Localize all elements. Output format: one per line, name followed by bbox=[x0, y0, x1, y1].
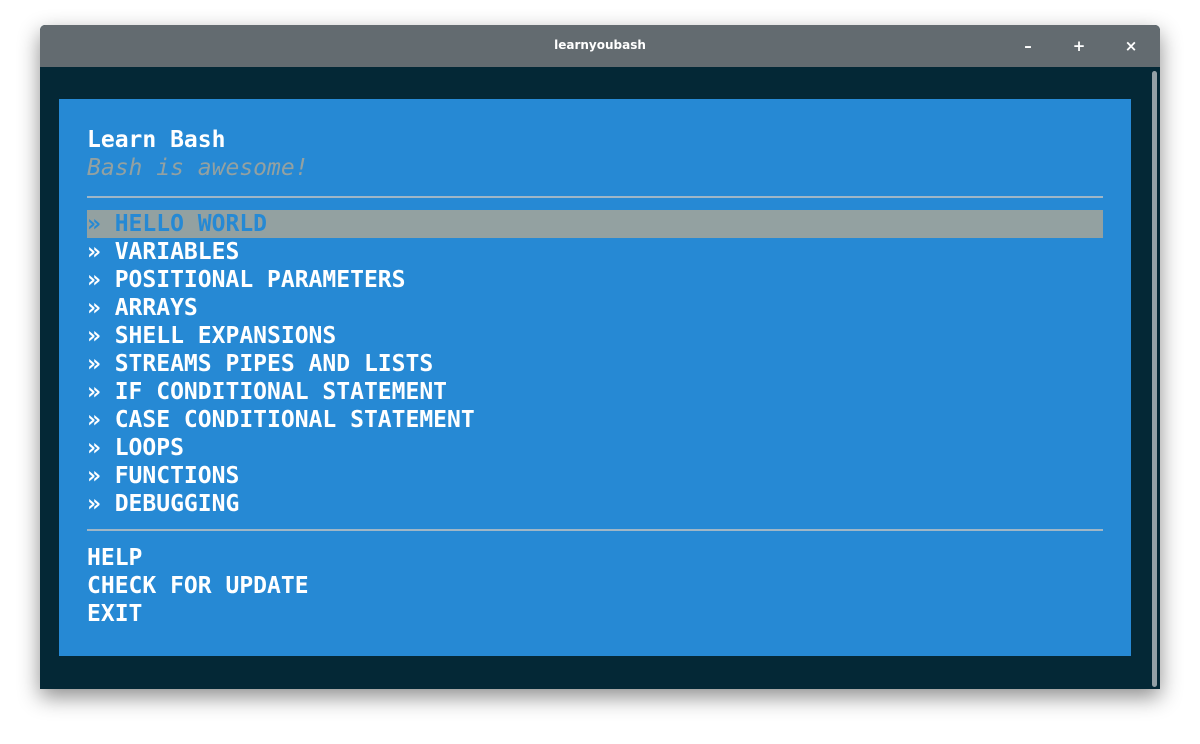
bottom-divider bbox=[87, 529, 1103, 531]
extras-menu: HELP CHECK FOR UPDATE EXIT bbox=[87, 544, 487, 628]
menu-item-loops[interactable]: » LOOPS bbox=[87, 434, 1103, 462]
menu-item-positional-parameters[interactable]: » POSITIONAL PARAMETERS bbox=[87, 266, 1103, 294]
close-button[interactable]: × bbox=[1118, 33, 1144, 59]
menu-item-check-for-update[interactable]: CHECK FOR UPDATE bbox=[87, 572, 487, 600]
maximize-button[interactable]: + bbox=[1066, 33, 1092, 59]
menu-item-case-conditional-statement[interactable]: » CASE CONDITIONAL STATEMENT bbox=[87, 406, 1103, 434]
workshop-menu-panel: Learn Bash Bash is awesome! » HELLO WORL… bbox=[59, 99, 1131, 656]
menu-item-streams-pipes-and-lists[interactable]: » STREAMS PIPES AND LISTS bbox=[87, 350, 1103, 378]
menu-item-exit[interactable]: EXIT bbox=[87, 600, 487, 628]
menu-item-help[interactable]: HELP bbox=[87, 544, 487, 572]
title-bar[interactable]: learnyoubash – + × bbox=[40, 25, 1160, 67]
menu-title: Learn Bash bbox=[87, 127, 226, 153]
window-title: learnyoubash bbox=[554, 38, 646, 52]
menu-item-functions[interactable]: » FUNCTIONS bbox=[87, 462, 1103, 490]
menu-item-hello-world[interactable]: » HELLO WORLD bbox=[87, 210, 1103, 238]
menu-item-shell-expansions[interactable]: » SHELL EXPANSIONS bbox=[87, 322, 1103, 350]
top-divider bbox=[87, 196, 1103, 198]
menu-item-debugging[interactable]: » DEBUGGING bbox=[87, 490, 1103, 518]
menu-item-arrays[interactable]: » ARRAYS bbox=[87, 294, 1103, 322]
menu-subtitle: Bash is awesome! bbox=[87, 155, 309, 181]
scrollbar[interactable] bbox=[1152, 71, 1157, 687]
terminal-window: learnyoubash – + × Learn Bash Bash is aw… bbox=[40, 25, 1160, 689]
menu-item-if-conditional-statement[interactable]: » IF CONDITIONAL STATEMENT bbox=[87, 378, 1103, 406]
exercise-menu: » HELLO WORLD » VARIABLES » POSITIONAL P… bbox=[87, 210, 1103, 518]
minimize-button[interactable]: – bbox=[1015, 33, 1041, 59]
menu-item-variables[interactable]: » VARIABLES bbox=[87, 238, 1103, 266]
